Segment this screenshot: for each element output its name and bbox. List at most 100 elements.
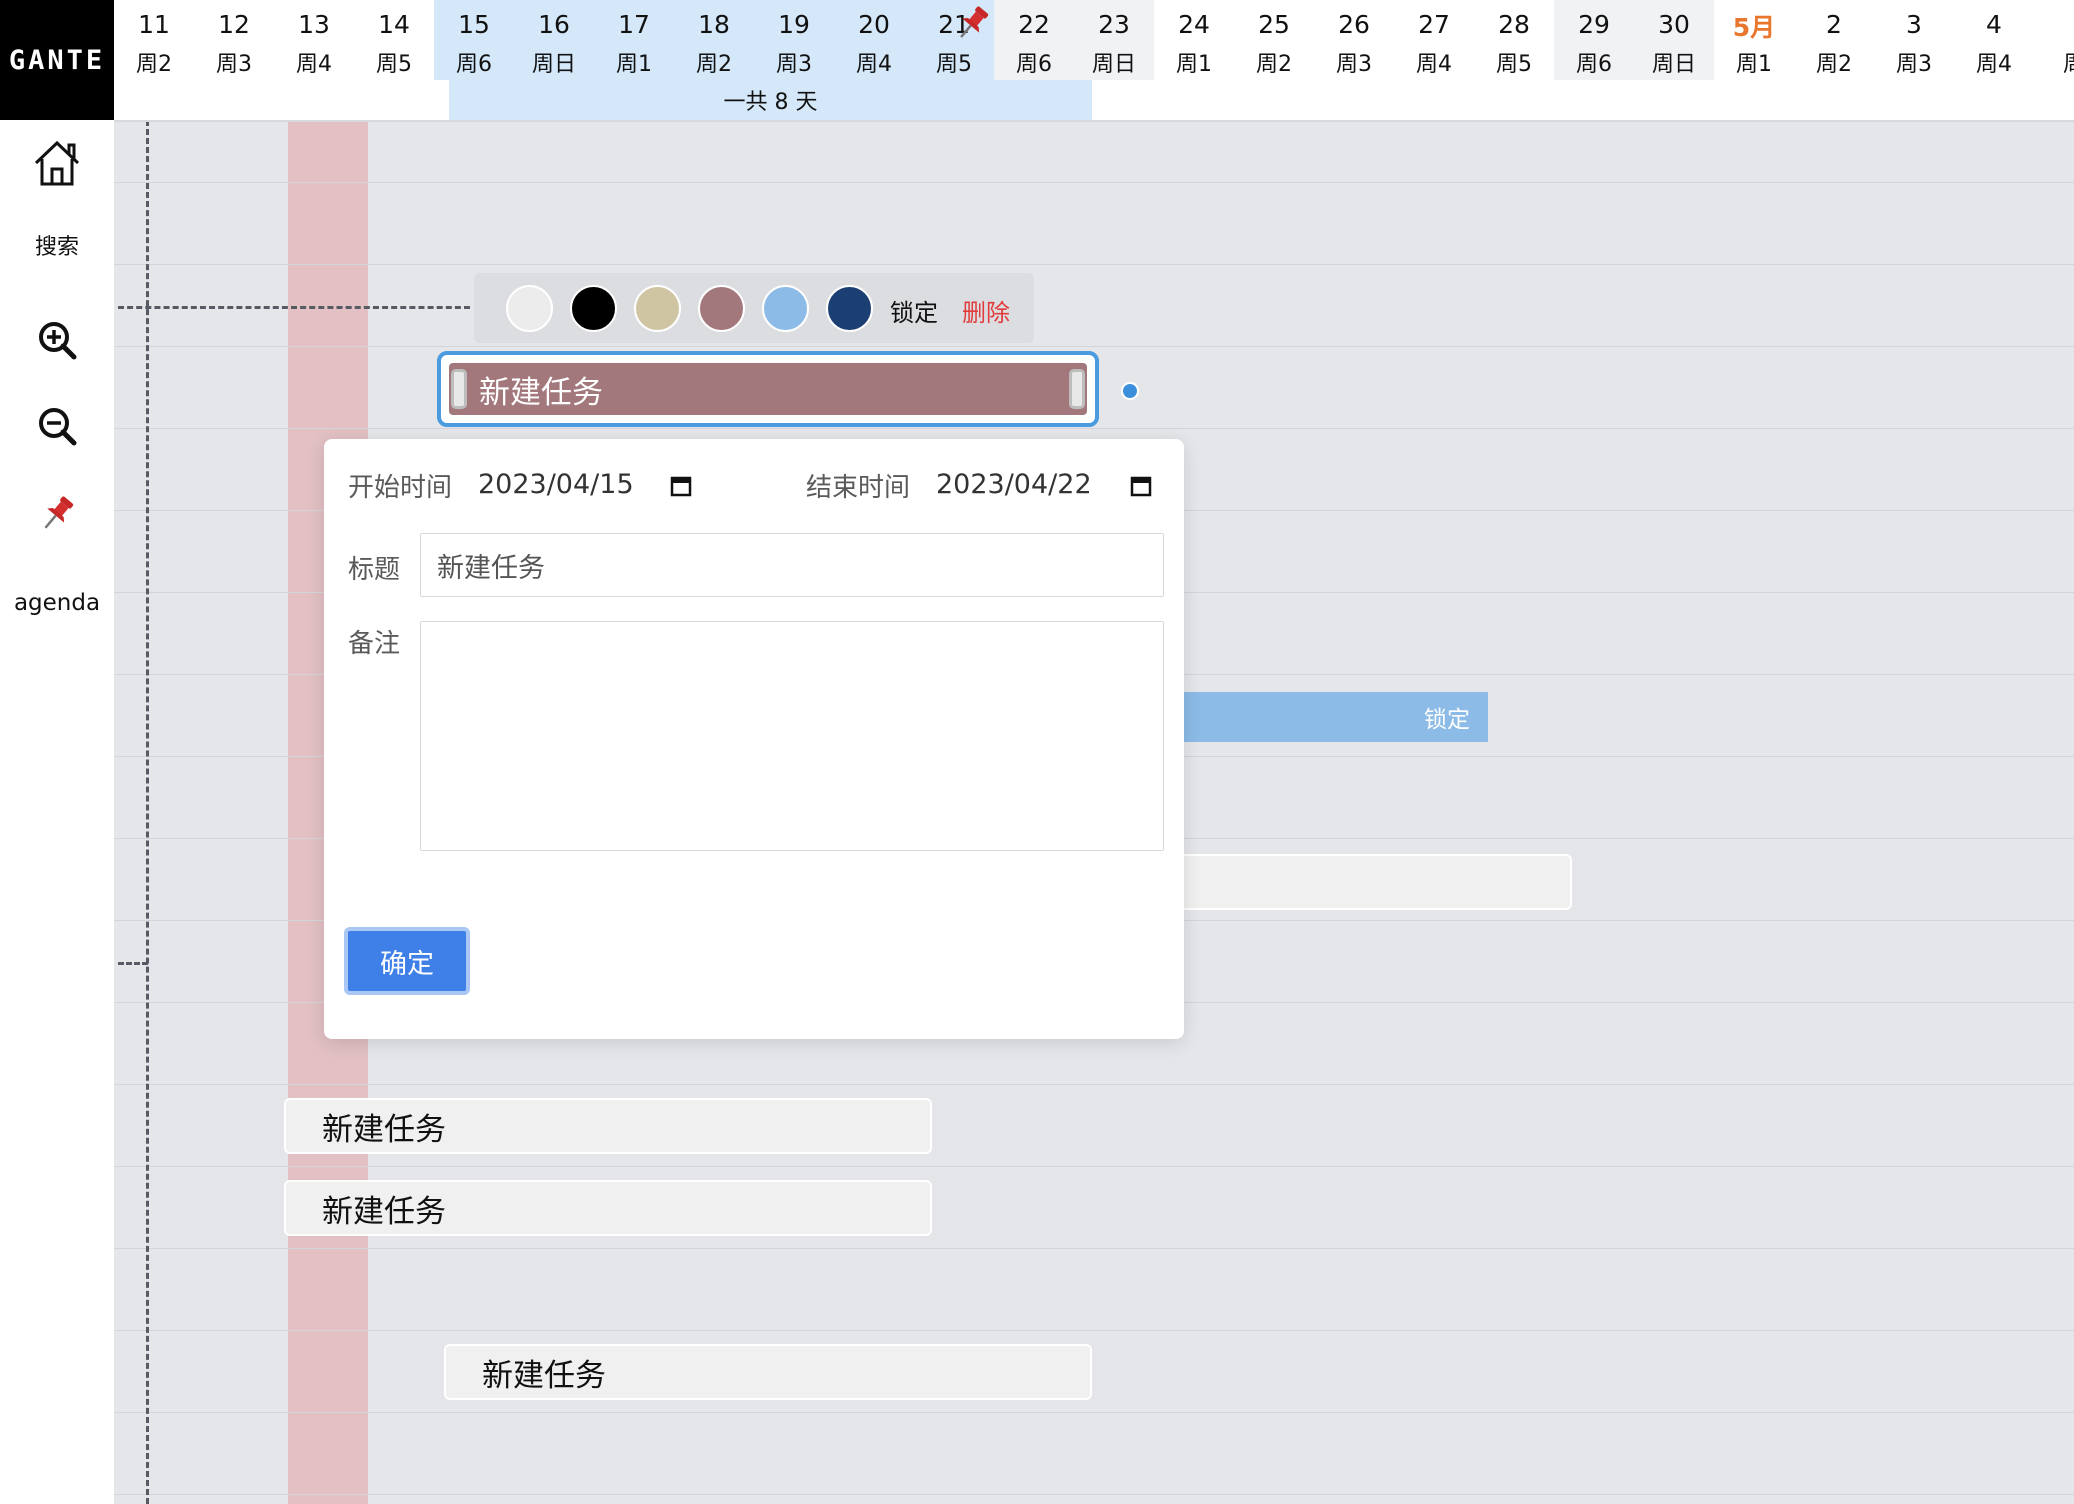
weekday-label: 周3 (776, 52, 812, 77)
color-swatch-khaki[interactable] (634, 285, 681, 332)
row-divider (114, 428, 2074, 429)
row-divider (114, 1494, 2074, 1495)
agenda-button[interactable]: agenda (0, 586, 114, 620)
search-label: 搜索 (34, 235, 79, 260)
day-number: 12 (218, 10, 250, 39)
weekday-label: 周4 (296, 52, 332, 77)
task-bar[interactable]: 新建任务 (444, 1344, 1092, 1400)
sidebar: GANTE 搜索 agenda (0, 0, 114, 1504)
home-icon (34, 140, 80, 186)
selected-task-bar[interactable]: 新建任务 (449, 363, 1087, 415)
color-swatch-mauve[interactable] (698, 285, 745, 332)
weekday-label: 周5 (1496, 52, 1532, 77)
calendar-icon[interactable] (1130, 475, 1152, 497)
confirm-button[interactable]: 确定 (344, 927, 470, 995)
weekday-label: 周2 (136, 52, 172, 77)
weekday-label: 周1 (616, 52, 652, 77)
color-swatch-light-blue[interactable] (762, 285, 809, 332)
color-swatch-black[interactable] (570, 285, 617, 332)
color-swatch-navy[interactable] (826, 285, 873, 332)
day-column[interactable]: 4 周4 (1954, 0, 2034, 80)
day-column[interactable]: 14 周5 (354, 0, 434, 80)
title-input[interactable]: 新建任务 (420, 533, 1164, 597)
day-number: 16 (538, 10, 570, 39)
weekday-label: 周日 (531, 52, 576, 77)
home-button[interactable] (0, 136, 114, 190)
day-column[interactable]: 26 周3 (1314, 0, 1394, 80)
weekday-label: 周5 (936, 52, 972, 77)
row-divider (114, 1166, 2074, 1167)
day-number: 5月 (1732, 13, 1776, 42)
resize-handle-left[interactable] (451, 369, 467, 409)
day-column[interactable]: 2 周2 (1794, 0, 1874, 80)
zoom-out-button[interactable] (0, 402, 114, 450)
weekday-label: 周2 (1816, 52, 1852, 77)
end-time-label: 结束时间 (806, 473, 911, 503)
calendar-icon[interactable] (670, 475, 692, 497)
start-date-input[interactable]: 2023/04/15 (478, 469, 634, 500)
day-column[interactable]: 19 周3 (754, 0, 834, 80)
day-column[interactable]: 15 周6 (434, 0, 514, 80)
task-bar[interactable]: 新建任务 (284, 1098, 932, 1154)
weekday-label: 周日 (1091, 52, 1136, 77)
task-color-toolbar: 锁定 删除 (474, 273, 1034, 343)
day-column[interactable]: 11 周2 (114, 0, 194, 80)
day-column[interactable]: 30 周日 (1634, 0, 1714, 80)
delete-button[interactable]: 删除 (962, 293, 1010, 328)
day-column[interactable]: 12 周3 (194, 0, 274, 80)
end-date-input[interactable]: 2023/04/22 (936, 469, 1092, 500)
row-divider (114, 264, 2074, 265)
day-number: 25 (1258, 10, 1290, 39)
day-column[interactable]: 27 周4 (1394, 0, 1474, 80)
day-column[interactable]: 20 周4 (834, 0, 914, 80)
search-button[interactable]: 搜索 (0, 228, 114, 262)
weekday-label: 周3 (1336, 52, 1372, 77)
timeline-header: 11 周2 12 周3 13 周4 14 周5 15 周6 16 周日 17 周1 18 周2 19 周3 20 周4… (114, 0, 2074, 120)
day-column[interactable]: 17 周1 (594, 0, 674, 80)
day-column[interactable]: 18 周2 (674, 0, 754, 80)
lock-button[interactable]: 锁定 (890, 293, 938, 328)
row-divider (114, 1330, 2074, 1331)
horizontal-guide-line (118, 306, 470, 309)
resize-handle-right[interactable] (1069, 369, 1085, 409)
selected-task-frame[interactable]: 新建任务 (437, 351, 1099, 427)
day-column[interactable]: 23 周日 (1074, 0, 1154, 80)
color-swatch-light-gray[interactable] (506, 285, 553, 332)
task-title: 新建任务 (322, 1111, 446, 1148)
horizontal-guide-line (118, 962, 148, 965)
day-number: 14 (378, 10, 410, 39)
note-textarea[interactable] (420, 621, 1164, 851)
pin-button[interactable] (0, 490, 114, 540)
day-number: 13 (298, 10, 330, 39)
day-column[interactable]: 29 周6 (1554, 0, 1634, 80)
task-bar[interactable]: 新建任务 (284, 1180, 932, 1236)
app-logo[interactable]: GANTE (0, 0, 114, 120)
weekday-label: 周6 (456, 52, 492, 77)
day-column[interactable]: 13 周4 (274, 0, 354, 80)
agenda-label: agenda (13, 590, 101, 616)
day-column[interactable]: 周 (2034, 0, 2074, 80)
day-column[interactable]: 24 周1 (1154, 0, 1234, 80)
day-column[interactable]: 22 周6 (994, 0, 1074, 80)
zoom-in-button[interactable] (0, 316, 114, 364)
day-column[interactable]: 16 周日 (514, 0, 594, 80)
locked-task-bar[interactable]: 锁定 (1180, 692, 1488, 742)
weekday-label: 周2 (696, 52, 732, 77)
row-divider (114, 1084, 2074, 1085)
note-label: 备注 (348, 629, 401, 659)
row-divider (114, 1248, 2074, 1249)
weekday-label: 周6 (1016, 52, 1052, 77)
day-column[interactable]: 28 周5 (1474, 0, 1554, 80)
day-column[interactable]: 3 周3 (1874, 0, 1954, 80)
day-column[interactable]: 5月 周1 (1714, 0, 1794, 80)
day-column[interactable]: 25 周2 (1234, 0, 1314, 80)
weekday-label: 周1 (1736, 52, 1772, 77)
start-time-label: 开始时间 (348, 473, 453, 503)
day-number: 2 (1826, 10, 1842, 39)
day-number: 20 (858, 10, 890, 39)
day-number: 29 (1578, 10, 1610, 39)
dependency-link-handle[interactable] (1121, 382, 1139, 400)
task-bar[interactable] (1160, 854, 1572, 910)
weekday-label: 周4 (856, 52, 892, 77)
weekday-label: 周2 (1256, 52, 1292, 77)
